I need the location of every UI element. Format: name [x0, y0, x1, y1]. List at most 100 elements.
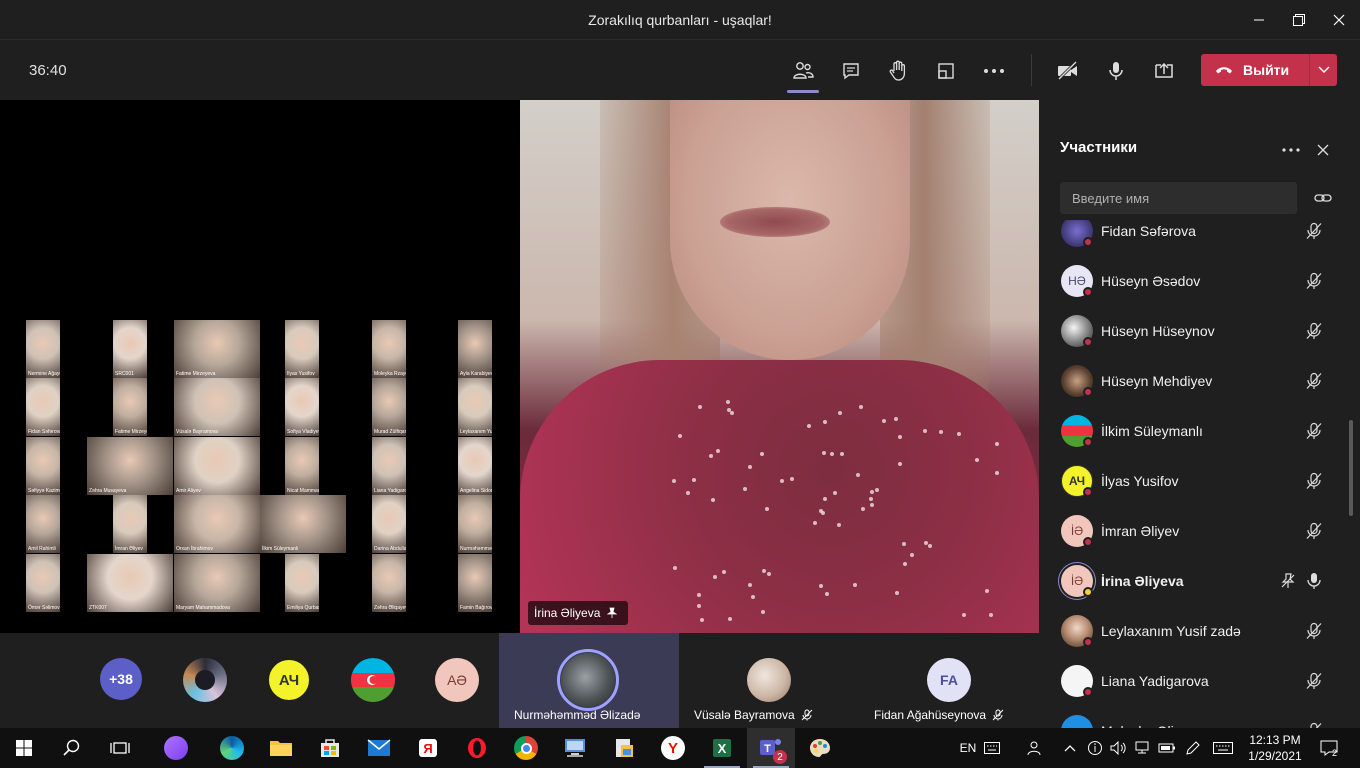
mic-on-indicator[interactable]: [1304, 571, 1324, 591]
taskbar-alice-app[interactable]: [152, 728, 200, 768]
participant-name: İrina Əliyeva: [1101, 573, 1184, 589]
people-icon: [1027, 741, 1041, 756]
participant-row[interactable]: Hüseyn Hüseynov: [1039, 306, 1349, 356]
taskbar-teams-app[interactable]: T 2: [747, 728, 795, 768]
clock-time: 12:13 PM: [1249, 733, 1301, 747]
close-window-button[interactable]: [1327, 8, 1351, 32]
show-hidden-icons-button[interactable]: [1060, 728, 1080, 768]
participant-list-scrollbar[interactable]: [1349, 420, 1353, 516]
show-participants-button[interactable]: [787, 55, 819, 93]
store-icon: [321, 739, 339, 757]
shared-gallery-video[interactable]: Nermine Ağayeva SRC001 Fatime Mirzeyeva Ily…: [0, 100, 518, 633]
taskbar-remote-desktop[interactable]: [551, 728, 599, 768]
taskbar-mail-app[interactable]: [355, 728, 403, 768]
participant-avatar[interactable]: АЧ: [267, 658, 311, 702]
avatar-initials: İƏ: [1070, 524, 1084, 538]
share-invite-button[interactable]: [1313, 188, 1333, 208]
main-speaker-video[interactable]: İrina Əliyeva: [520, 100, 1039, 633]
panel-title: Участники: [1060, 139, 1138, 156]
taskbar-opera-browser[interactable]: [453, 728, 501, 768]
gallery-caption: Amir Aliyev: [176, 488, 201, 494]
minimize-button[interactable]: [1247, 8, 1271, 32]
mic-off-indicator[interactable]: [1304, 221, 1324, 241]
mic-toggle-button[interactable]: [1100, 55, 1132, 87]
volume-button[interactable]: [1108, 728, 1130, 768]
mic-off-indicator[interactable]: [1304, 671, 1324, 691]
taskbar-paint-app[interactable]: [796, 728, 844, 768]
pen-button[interactable]: [1182, 728, 1204, 768]
participant-avatar[interactable]: AƏ: [435, 658, 479, 702]
network-button[interactable]: [1132, 728, 1154, 768]
taskbar-chrome-browser[interactable]: [502, 728, 550, 768]
participant-tile[interactable]: FA Fidan Ağahüseynova: [859, 633, 1039, 728]
share-screen-button[interactable]: [1148, 55, 1180, 87]
touch-keyboard-button[interactable]: [982, 728, 1002, 768]
presence-status: [1083, 287, 1093, 297]
camera-toggle-button[interactable]: [1052, 55, 1084, 87]
taskbar-yandex-app[interactable]: Y: [649, 728, 697, 768]
participant-row[interactable]: Liana Yadigarova: [1039, 656, 1349, 706]
participant-search-input[interactable]: [1060, 182, 1297, 214]
task-view-button[interactable]: [96, 728, 144, 768]
participant-name: Nurməhəmməd Əlizadə: [514, 708, 641, 722]
participant-row[interactable]: Fidan Səfərova: [1039, 220, 1349, 256]
unpin-button[interactable]: [1278, 571, 1298, 591]
avatar-initials: İƏ: [1070, 574, 1084, 588]
mic-off-indicator[interactable]: [1304, 471, 1324, 491]
participant-tile[interactable]: Nurməhəmməd Əlizadə: [499, 633, 679, 728]
gallery-thumbnail: ZTK007: [87, 554, 173, 612]
gallery-caption: Moleyka Rzayeva: [374, 371, 406, 377]
tray-app-icon[interactable]: [1084, 728, 1106, 768]
more-participants-badge[interactable]: +38: [100, 658, 142, 700]
gallery-thumbnail: Səfiyyə Kazimova: [26, 437, 60, 495]
gallery-thumbnail: İlkim Süleymanlı: [260, 495, 346, 553]
participant-avatar[interactable]: [183, 658, 227, 702]
taskbar-clock[interactable]: 12:13 PM 1/29/2021: [1242, 732, 1308, 764]
maximize-button[interactable]: [1287, 8, 1311, 32]
language-indicator[interactable]: EN: [956, 728, 980, 768]
participant-row[interactable]: HƏ Hüseyn Əsədov: [1039, 256, 1349, 306]
more-icon: [984, 69, 1004, 73]
taskbar-edge-app[interactable]: [208, 728, 256, 768]
leave-options-button[interactable]: [1309, 54, 1337, 86]
leave-button[interactable]: Выйти: [1201, 54, 1309, 86]
mic-off-indicator[interactable]: [1304, 721, 1324, 728]
participant-row[interactable]: АЧ İlyas Yusifov: [1039, 456, 1349, 506]
mic-off-indicator[interactable]: [1304, 371, 1324, 391]
breakout-rooms-button[interactable]: [930, 55, 962, 87]
keyboard-button[interactable]: [1210, 728, 1236, 768]
participant-avatar: [1061, 715, 1093, 728]
participant-row[interactable]: İlkim Süleymanlı: [1039, 406, 1349, 456]
more-actions-button[interactable]: [978, 55, 1010, 87]
mic-off-icon: [1306, 622, 1322, 639]
participant-row[interactable]: Məleykə Əliyeva: [1039, 706, 1349, 728]
taskbar-yandex-browser[interactable]: Я: [404, 728, 452, 768]
mic-off-icon: [1306, 672, 1322, 689]
taskbar-documents-app[interactable]: [600, 728, 648, 768]
participant-row[interactable]: İƏ İmran Əliyev: [1039, 506, 1349, 556]
mic-off-indicator[interactable]: [1304, 421, 1324, 441]
participant-avatar[interactable]: [351, 658, 395, 702]
show-chat-button[interactable]: [835, 55, 867, 87]
mic-off-indicator[interactable]: [1304, 621, 1324, 641]
battery-button[interactable]: [1156, 728, 1178, 768]
participant-tile[interactable]: Vüsalə Bayramova: [679, 633, 859, 728]
participant-row[interactable]: Leylaxanım Yusif zadə: [1039, 606, 1349, 656]
panel-more-button[interactable]: [1280, 140, 1302, 160]
mic-off-indicator[interactable]: [1304, 321, 1324, 341]
people-button[interactable]: [1024, 728, 1046, 768]
participant-row[interactable]: İƏ İrina Əliyeva: [1039, 556, 1349, 606]
taskbar-file-explorer[interactable]: [257, 728, 305, 768]
taskbar-search-button[interactable]: [48, 728, 96, 768]
raise-hand-button[interactable]: [882, 55, 914, 87]
panel-close-button[interactable]: [1313, 140, 1333, 160]
start-button[interactable]: [0, 728, 48, 768]
notifications-button[interactable]: 2: [1314, 728, 1344, 768]
gallery-thumbnail: Famin Bağırov: [458, 554, 492, 612]
mic-off-indicator[interactable]: [1304, 521, 1324, 541]
taskbar-excel-app[interactable]: X: [698, 728, 746, 768]
participant-row[interactable]: Hüseyn Mehdiyev: [1039, 356, 1349, 406]
mic-off-indicator[interactable]: [1304, 271, 1324, 291]
gallery-caption: Ilyas Yusifov: [287, 371, 315, 377]
taskbar-store-app[interactable]: [306, 728, 354, 768]
